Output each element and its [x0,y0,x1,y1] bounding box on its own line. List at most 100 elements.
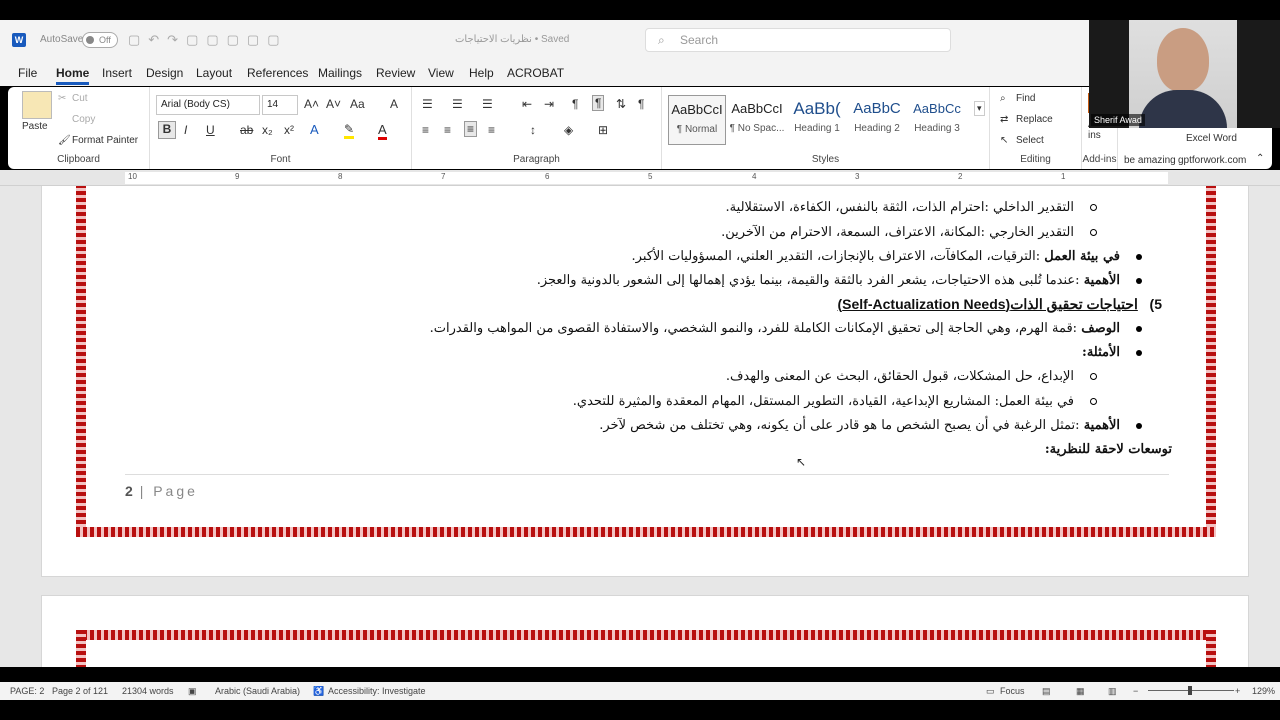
ruler-tick: 7 [441,172,446,181]
focus-icon[interactable]: ▭ [986,686,995,697]
find-button[interactable]: Find [1016,93,1035,104]
highlight-icon[interactable]: ✎ [344,122,355,139]
tab-mailings[interactable]: Mailings [318,66,362,80]
zoom-slider-thumb[interactable] [1188,686,1192,695]
status-words[interactable]: 21304 words [122,686,174,696]
sort-icon[interactable]: ⇅ [616,97,626,111]
status-language[interactable]: Arabic (Saudi Arabia) [215,686,300,696]
font-size-select[interactable]: 14 [262,95,298,115]
strikethrough-button[interactable]: ab [240,123,253,137]
collapse-ribbon-icon[interactable]: ⌃ [1256,153,1264,164]
tab-insert[interactable]: Insert [102,66,132,80]
tab-review[interactable]: Review [376,66,415,80]
show-marks-icon[interactable]: ¶ [638,97,644,111]
change-case-button[interactable]: Aa [350,97,365,111]
focus-button[interactable]: Focus [1000,686,1025,696]
replace-button[interactable]: Replace [1016,114,1053,125]
status-page-of[interactable]: Page 2 of 121 [52,686,108,696]
paste-icon[interactable] [22,91,52,119]
borders-icon[interactable]: ⊞ [598,123,608,137]
document-title[interactable]: نظريات الاحتياجات • Saved [455,34,569,45]
tab-help[interactable]: Help [469,66,494,80]
select-button[interactable]: Select [1016,135,1044,146]
clear-format-icon[interactable]: A [390,97,398,111]
superscript-button[interactable]: x² [284,123,294,137]
line-spacing-icon[interactable]: ↕ [530,123,536,137]
tab-acrobat[interactable]: ACROBAT [507,66,564,80]
tab-file[interactable]: File [18,66,37,80]
grow-font-button[interactable]: A˄ [304,97,319,111]
be-amazing-label: be amazing [1124,155,1176,166]
align-right-icon[interactable]: ≡ [464,121,478,137]
multilevel-list-icon[interactable]: ☰ [482,97,493,111]
print-layout-icon[interactable]: ▦ [1076,686,1085,697]
shrink-font-button[interactable]: A˅ [326,97,341,111]
zoom-out-button[interactable]: − [1133,686,1138,696]
horizontal-ruler[interactable]: 10 9 8 7 6 5 4 3 2 1 [0,170,1280,186]
bullets-icon[interactable]: ☰ [422,97,433,111]
format-painter-icon[interactable]: 🖌 [58,135,71,146]
shading-icon[interactable]: ◈ [564,123,573,137]
proofing-icon[interactable]: ▣ [188,686,197,697]
justify-icon[interactable]: ≡ [488,123,495,137]
zoom-in-button[interactable]: + [1235,686,1240,696]
style-preview: AaBb( [793,99,841,118]
status-page[interactable]: PAGE: 2 [10,686,44,696]
style-normal[interactable]: AaBbCcI ¶ Normal [668,95,726,145]
ribbon: Paste ✂ Cut Copy 🖌 Format Painter Clipbo… [8,87,1272,169]
align-left-icon[interactable]: ≡ [422,123,429,137]
numbering-icon[interactable]: ☰ [452,97,463,111]
tab-view[interactable]: View [428,66,454,80]
page-3 [41,595,1249,667]
copy-button[interactable]: Copy [72,114,95,125]
tab-home[interactable]: Home [56,66,90,85]
web-layout-icon[interactable]: ▥ [1108,686,1117,697]
font-name-select[interactable]: Arial (Body CS) [156,95,260,115]
find-icon[interactable]: ⌕ [1000,93,1006,104]
decrease-indent-icon[interactable]: ⇤ [522,97,532,111]
accessibility-icon[interactable]: ♿ [313,686,324,697]
excel-word-button[interactable]: Excel Word [1186,133,1237,144]
styles-group: AaBbCcI ¶ Normal AaBbCcI ¶ No Spac... Aa… [662,87,990,169]
tab-design[interactable]: Design [146,66,183,80]
styles-more-icon[interactable]: ▾ [974,101,985,116]
autosave-state: Off [99,35,111,45]
replace-icon[interactable]: ⇄ [1000,114,1008,125]
align-center-icon[interactable]: ≡ [444,123,451,137]
zoom-level[interactable]: 129% [1252,686,1275,696]
tab-layout[interactable]: Layout [196,66,232,80]
read-mode-icon[interactable]: ▤ [1042,686,1051,697]
ruler-tick: 8 [338,172,343,181]
style-heading-2[interactable]: AaBbC Heading 2 [848,95,906,145]
styles-label: Styles [811,154,840,165]
style-heading-1[interactable]: AaBb( Heading 1 [788,95,846,145]
subscript-button[interactable]: x₂ [262,123,273,137]
status-bar: PAGE: 2 Page 2 of 121 21304 words ▣ Arab… [0,682,1280,700]
bold-button[interactable]: B [158,121,176,139]
search-box[interactable]: ⌕ Search [645,28,951,52]
ltr-icon[interactable]: ¶ [572,97,578,111]
style-heading-3[interactable]: AaBbCc Heading 3 [908,95,966,145]
autosave-toggle[interactable]: Off [82,32,118,48]
italic-button[interactable]: I [184,123,187,137]
section-heading: 5) احتياجات تحقيق الذات(Self-Actualizati… [837,296,1163,312]
select-icon[interactable]: ↖ [1000,135,1008,146]
style-no-spacing[interactable]: AaBbCcI ¶ No Spac... [728,95,786,145]
status-accessibility[interactable]: Accessibility: Investigate [328,686,426,696]
increase-indent-icon[interactable]: ⇥ [544,97,554,111]
format-painter-button[interactable]: Format Painter [72,135,138,146]
text-effects-icon[interactable]: A [310,122,319,137]
cut-icon[interactable]: ✂ [58,93,66,104]
tab-references[interactable]: References [247,66,308,80]
list-item: الأهمية :تمثل الرغبة في أن يصبح الشخص ما… [599,418,1142,433]
font-color-icon[interactable]: A [378,122,387,140]
presenter-name: Sherif Awad [1091,114,1145,126]
paste-button[interactable]: Paste [22,121,48,132]
cut-button[interactable]: Cut [72,93,88,104]
document-canvas[interactable]: التقدير الداخلي :احترام الذات، الثقة بال… [0,186,1280,667]
underline-button[interactable]: U [206,123,215,137]
footer-separator: | [139,483,147,499]
rtl-icon[interactable]: ¶ [592,95,605,111]
quick-access-toolbar[interactable]: ▢↶↷▢▢▢▢▢ [128,32,287,48]
style-name: ¶ No Spac... [729,123,785,134]
